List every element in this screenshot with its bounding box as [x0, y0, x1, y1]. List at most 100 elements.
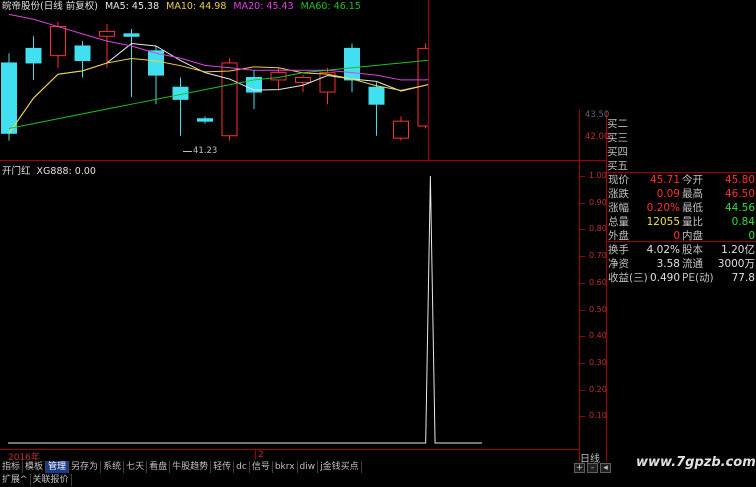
chart-bottom-border [0, 449, 579, 450]
zoom-in-button[interactable]: + [574, 463, 585, 473]
candle-body [99, 30, 115, 37]
quote-value: 12055 [646, 216, 680, 228]
indicator-axis-tick [580, 389, 585, 391]
quote-row: 涨跌 0.09 最高 46.50 [607, 187, 756, 201]
quote-value: 45.71 [649, 174, 680, 186]
tool-tabs: 指标 模板 管理 另存为 系统 七天 看盘 牛股趋势 轻传 dc 信号 bkrx diw j金钱买点 [0, 461, 362, 473]
tab-2[interactable]: 管理 [46, 461, 70, 473]
ma20-line [8, 13, 428, 81]
quote-label: 外盘 [608, 230, 629, 242]
tab-10[interactable]: 信号 [250, 461, 273, 473]
tab-8[interactable]: 轻传 [211, 461, 235, 473]
axis-divider [579, 110, 580, 462]
quote-label: 涨跌 [608, 188, 629, 200]
order-book-buy5: 买五 [607, 160, 628, 172]
watermark: www.7gpzb.com [636, 455, 756, 470]
quote-row: 总量 12055 量比 0.84 [607, 215, 756, 229]
candle-body [393, 120, 409, 139]
indicator-axis-label: 0.80 [589, 224, 607, 234]
indicator-axis-tick [580, 362, 585, 364]
candle-body [123, 33, 140, 37]
quote-label: PE(动) [682, 272, 714, 284]
indicator-axis-label: 0.20 [589, 384, 607, 394]
quote-value: 0 [673, 230, 680, 242]
quote-value: 46.50 [724, 188, 755, 200]
scroll-left-button[interactable]: ◂ [600, 463, 611, 473]
candle-body [50, 26, 66, 57]
tab-12[interactable]: diw [298, 461, 319, 473]
candle-body [1, 62, 17, 134]
quote-label: 收益(三) [608, 272, 648, 284]
quote-value: 0.490 [649, 272, 680, 284]
price-chart-right-border [428, 0, 429, 160]
candle-body [221, 62, 238, 137]
order-book-buy4: 买四 [607, 146, 628, 158]
indicator-axis-tick [580, 256, 585, 258]
low-price-leader [183, 151, 192, 152]
indicator-axis-tick [580, 176, 585, 177]
extra-tabs: 扩展^ 关联报价 [0, 474, 72, 486]
tab-6[interactable]: 看盘 [147, 461, 171, 473]
tab-11[interactable]: bkrx [273, 461, 298, 473]
quote-label: 现价 [608, 174, 629, 186]
indicator-axis-tick [580, 229, 585, 231]
price-axis-label: 43.50 [585, 110, 610, 120]
candle-body [344, 47, 360, 81]
quote-value: 0.20% [646, 202, 680, 214]
indicator-axis-label: 0.50 [589, 304, 607, 314]
quote-label: 今开 [682, 174, 703, 186]
indicator-axis-label: 1.00 [589, 171, 607, 180]
tab-7[interactable]: 牛股趋势 [170, 461, 212, 473]
quote-label: 涨幅 [608, 202, 629, 214]
tab-0[interactable]: 指标 [0, 461, 24, 473]
quote-value: 44.56 [724, 202, 755, 214]
quote-row: 收益(三) 0.490 PE(动) 77.8 [607, 271, 756, 285]
candle-body [197, 118, 213, 122]
extra-tab-0[interactable]: 扩展^ [0, 474, 31, 486]
quote-label: 换手 [608, 244, 629, 256]
tab-13[interactable]: j金钱买点 [318, 461, 362, 473]
tab-4[interactable]: 系统 [101, 461, 125, 473]
ma5-line [8, 43, 428, 134]
indicator-axis-label: 0.30 [589, 357, 607, 367]
quote-value: 0.09 [656, 188, 680, 200]
tab-1[interactable]: 模板 [23, 461, 47, 473]
indicator-axis-tick [580, 309, 585, 311]
quote-value: 1.20亿 [721, 244, 755, 256]
tab-5[interactable]: 七天 [124, 461, 148, 473]
indicator-axis-label: 0.10 [589, 411, 607, 421]
quote-label: 总量 [608, 216, 629, 228]
quote-label: 最低 [682, 202, 703, 214]
indicator-chart[interactable] [0, 172, 579, 449]
quote-value: 3000万 [717, 258, 755, 270]
quote-row: 净资 3.58 流通 3000万 [607, 257, 756, 271]
tab-9[interactable]: dc [234, 461, 250, 473]
panel-divider [0, 160, 606, 161]
indicator-axis-tick [580, 336, 585, 338]
indicator-axis-label: 0.70 [589, 251, 607, 261]
time-axis-tick [255, 449, 256, 459]
quote-value: 3.58 [656, 258, 680, 270]
price-chart[interactable] [0, 12, 428, 160]
order-book-buy2: 买二 [607, 118, 628, 130]
quote-row: 涨幅 0.20% 最低 44.56 [607, 201, 756, 215]
quote-row: 外盘 0 内盘 0 [607, 229, 756, 243]
stock-title[interactable]: 皖帝股份(日线 前复权) [2, 1, 98, 12]
ma10-line [8, 57, 428, 134]
quote-label: 最高 [682, 188, 703, 200]
low-price-label: 41.23 [193, 146, 218, 156]
indicator-axis-label: 0.60 [589, 277, 607, 287]
quote-row: 现价 45.71 今开 45.80 [607, 173, 756, 187]
indicator-axis-tick [580, 202, 585, 204]
quote-row: 换手 4.02% 股本 1.20亿 [607, 243, 756, 257]
extra-tab-1[interactable]: 关联报价 [31, 474, 72, 486]
quote-value: 45.80 [724, 174, 755, 186]
tab-3[interactable]: 另存为 [69, 461, 102, 473]
time-axis-month: 2 [258, 450, 264, 460]
indicator-axis-tick [580, 282, 585, 284]
quote-value: 0.84 [731, 216, 755, 228]
candle-body [295, 77, 311, 83]
zoom-out-button[interactable]: - [587, 463, 598, 473]
price-axis-label: 42.00 [585, 132, 610, 142]
quote-label: 流通 [682, 258, 703, 270]
